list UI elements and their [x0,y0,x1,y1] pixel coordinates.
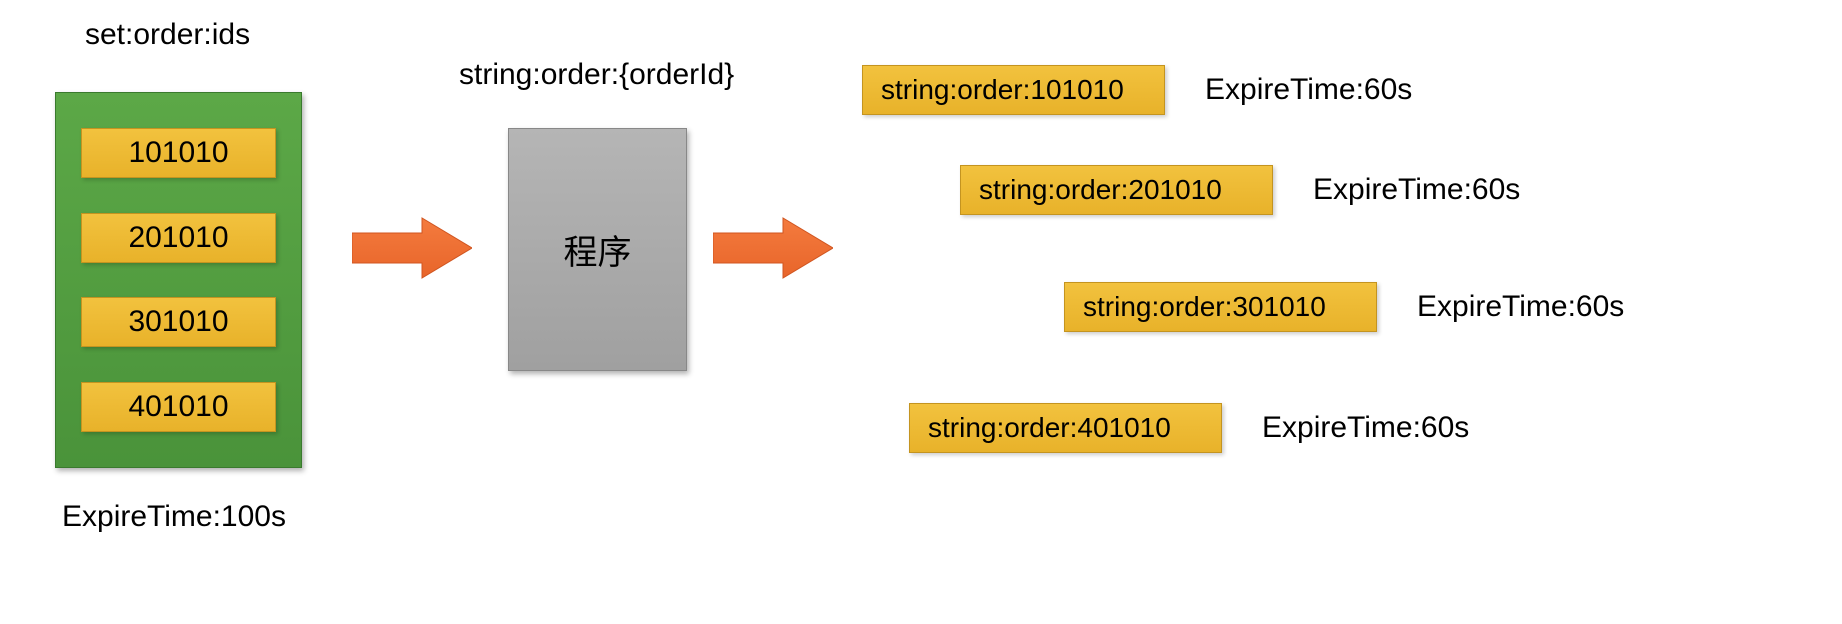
output-expire: ExpireTime:60s [1313,173,1520,207]
set-expire-label: ExpireTime:100s [62,500,286,534]
program-box: 程序 [508,128,687,371]
arrow-icon [352,213,472,283]
output-row: string:order:401010 ExpireTime:60s [909,403,1469,453]
output-row: string:order:301010 ExpireTime:60s [1064,282,1624,332]
pattern-label: string:order:{orderId} [459,58,734,92]
output-key: string:order:101010 [862,65,1165,115]
output-expire: ExpireTime:60s [1417,290,1624,324]
output-key: string:order:201010 [960,165,1273,215]
set-item: 101010 [81,128,276,178]
output-row: string:order:201010 ExpireTime:60s [960,165,1520,215]
set-box: 101010 201010 301010 401010 [55,92,302,468]
output-key: string:order:401010 [909,403,1222,453]
arrow-icon [713,213,833,283]
output-expire: ExpireTime:60s [1205,73,1412,107]
output-row: string:order:101010 ExpireTime:60s [862,65,1412,115]
set-item: 201010 [81,213,276,263]
set-item: 401010 [81,382,276,432]
output-expire: ExpireTime:60s [1262,411,1469,445]
output-key: string:order:301010 [1064,282,1377,332]
set-label: set:order:ids [85,18,250,52]
set-item: 301010 [81,297,276,347]
